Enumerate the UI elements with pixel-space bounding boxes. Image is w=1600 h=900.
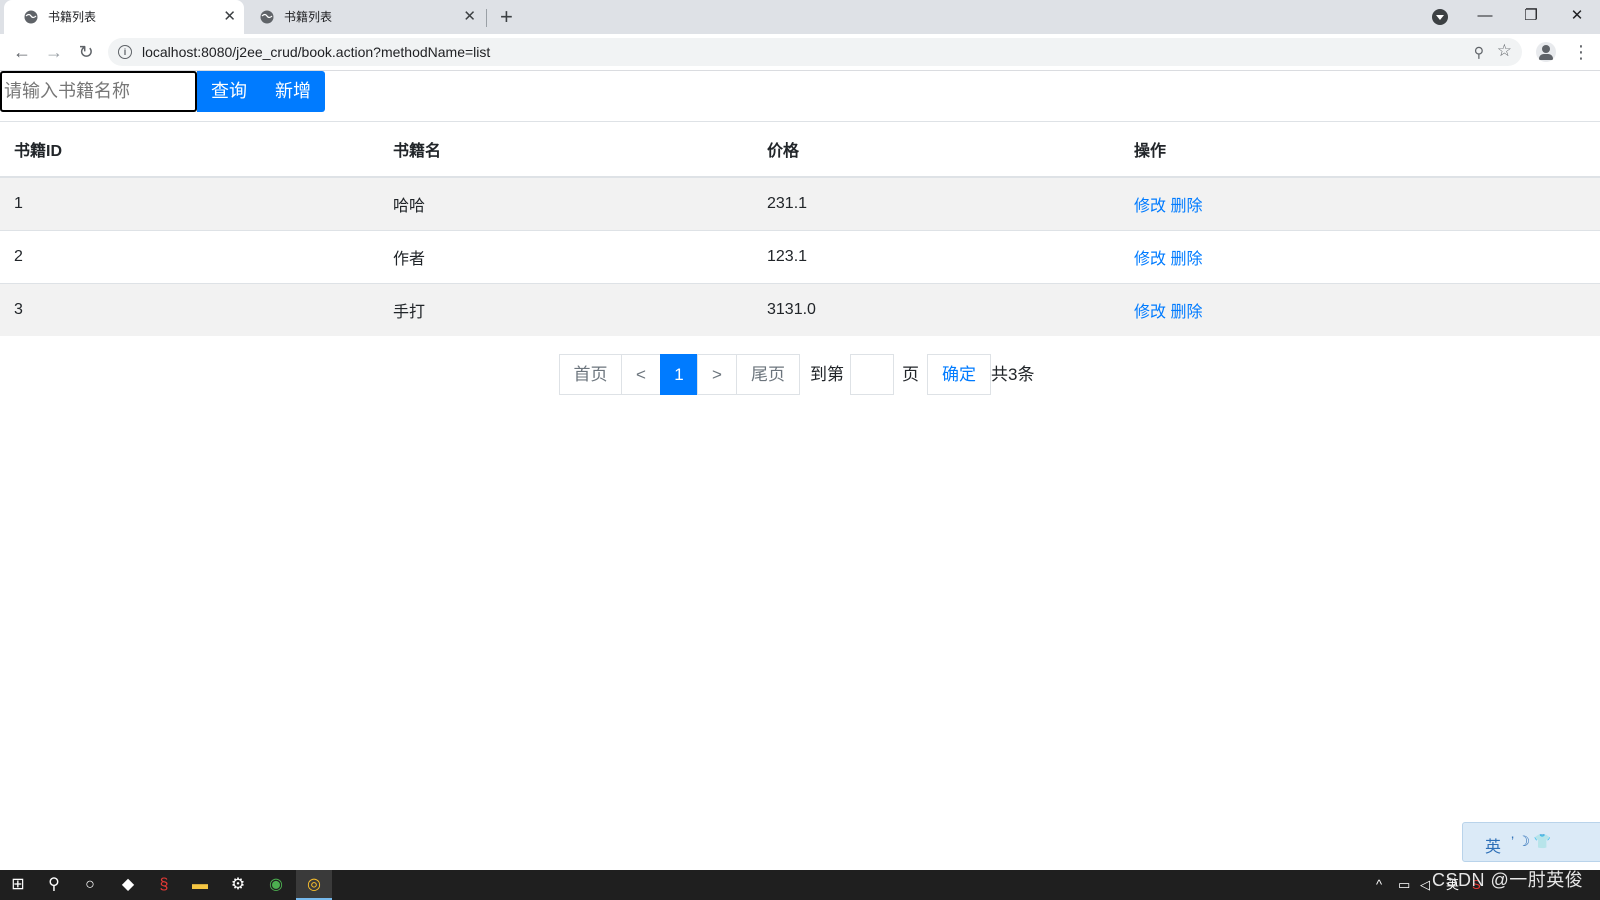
- tray-overflow-icon[interactable]: ^: [1376, 870, 1382, 900]
- book-price-cell: 3131.0: [753, 283, 1120, 336]
- first-page-button[interactable]: 首页: [559, 354, 622, 395]
- window-close-icon[interactable]: ✕: [1554, 0, 1600, 34]
- tab-search-icon[interactable]: [1432, 9, 1448, 25]
- book-price-cell: 231.1: [753, 176, 1120, 231]
- bookmark-star-icon[interactable]: ☆: [1497, 41, 1512, 61]
- column-header-price: 价格: [753, 121, 1120, 178]
- globe-icon: [260, 10, 274, 24]
- prev-page-button[interactable]: <: [621, 354, 661, 395]
- goto-prefix-label: 到第: [810, 365, 844, 384]
- forward-icon[interactable]: →: [42, 40, 66, 64]
- browser-menu-icon[interactable]: ⋮: [1572, 40, 1590, 64]
- file-explorer-icon[interactable]: ▬: [182, 870, 218, 900]
- volume-icon[interactable]: ◁: [1420, 870, 1430, 900]
- last-page-button[interactable]: 尾页: [736, 354, 800, 395]
- browser-tab-2[interactable]: 书籍列表 ✕: [244, 0, 484, 34]
- delete-link[interactable]: 删除: [1170, 251, 1202, 268]
- browser-toolbar: ← → ↻ i localhost:8080/j2ee_crud/book.ac…: [0, 34, 1600, 71]
- book-name-cell: 手打: [379, 283, 753, 336]
- book-id-cell: 3: [0, 283, 379, 336]
- column-header-name: 书籍名: [379, 121, 753, 178]
- add-button[interactable]: 新增: [261, 71, 325, 112]
- site-info-icon[interactable]: i: [118, 45, 132, 59]
- ime-toolbar[interactable]: 英 ’ ☽ 👕: [1462, 822, 1600, 862]
- table-row: 1 哈哈 231.1 修改 删除: [0, 176, 1600, 231]
- delete-link[interactable]: 删除: [1170, 304, 1202, 321]
- windows-taskbar: ⊞ ⚲ ○ ◆ § ▬ ⚙ ◉ ◎ ^ ▭ ◁ 英 S: [0, 870, 1600, 900]
- app-icon[interactable]: ◆: [110, 870, 146, 900]
- app-icon[interactable]: ◉: [258, 870, 294, 900]
- confirm-goto-button[interactable]: 确定: [927, 354, 991, 395]
- book-name-cell: 哈哈: [379, 176, 753, 231]
- ime-language-indicator[interactable]: 英: [1485, 833, 1501, 857]
- query-button[interactable]: 查询: [197, 71, 261, 112]
- profile-avatar-icon[interactable]: [1536, 42, 1556, 62]
- table-header-row: 书籍ID 书籍名 价格 操作: [0, 121, 1600, 178]
- chrome-icon[interactable]: ◎: [296, 870, 332, 900]
- actions-cell: 修改 删除: [1120, 283, 1600, 336]
- minimize-icon[interactable]: —: [1462, 0, 1508, 34]
- tab-title: 书籍列表: [284, 10, 333, 24]
- restore-icon[interactable]: ❐: [1508, 0, 1554, 34]
- edit-link[interactable]: 修改: [1134, 304, 1166, 321]
- browser-tab-1[interactable]: 书籍列表 ✕: [4, 0, 244, 34]
- close-tab-icon[interactable]: ✕: [223, 9, 236, 25]
- zoom-icon[interactable]: ⚲: [1474, 44, 1484, 61]
- pagination: 首页 < 1 > 尾页 到第 页 确定 共3条: [559, 354, 1034, 395]
- address-bar[interactable]: i localhost:8080/j2ee_crud/book.action?m…: [108, 38, 1522, 66]
- back-icon[interactable]: ←: [10, 40, 34, 64]
- column-header-actions: 操作: [1120, 121, 1600, 178]
- book-price-cell: 123.1: [753, 230, 1120, 284]
- total-count: 共3条: [991, 365, 1035, 384]
- task-view-icon[interactable]: ○: [72, 870, 108, 900]
- table-row: 3 手打 3131.0 修改 删除: [0, 283, 1600, 336]
- book-id-cell: 2: [0, 230, 379, 284]
- book-table: 书籍ID 书籍名 价格 操作 1 哈哈 231.1 修改 删除 2 作者 123…: [0, 121, 1600, 336]
- app-icon[interactable]: §: [146, 870, 182, 900]
- ime-mode-icons[interactable]: ’ ☽ 👕: [1511, 833, 1551, 850]
- book-id-cell: 1: [0, 176, 379, 231]
- goto-page-input[interactable]: [850, 354, 894, 395]
- reload-icon[interactable]: ↻: [74, 40, 98, 64]
- actions-cell: 修改 删除: [1120, 176, 1600, 231]
- column-header-id: 书籍ID: [0, 121, 379, 178]
- delete-link[interactable]: 删除: [1170, 198, 1202, 215]
- next-page-button[interactable]: >: [697, 354, 737, 395]
- book-name-cell: 作者: [379, 230, 753, 284]
- actions-cell: 修改 删除: [1120, 230, 1600, 284]
- settings-app-icon[interactable]: ⚙: [220, 870, 256, 900]
- tab-title: 书籍列表: [48, 10, 97, 24]
- windows-start-icon[interactable]: ⊞: [0, 870, 36, 900]
- book-name-search-input[interactable]: [0, 71, 197, 112]
- csdn-watermark: CSDN @一肘英俊: [1432, 870, 1584, 890]
- globe-icon: [24, 10, 38, 24]
- search-icon[interactable]: ⚲: [36, 870, 72, 900]
- url-text[interactable]: localhost:8080/j2ee_crud/book.action?met…: [142, 38, 490, 66]
- tab-divider: [486, 9, 487, 27]
- browser-tab-strip: 书籍列表 ✕ 书籍列表 ✕ + — ❐ ✕: [0, 0, 1600, 34]
- network-icon[interactable]: ▭: [1398, 870, 1410, 900]
- table-row: 2 作者 123.1 修改 删除: [0, 230, 1600, 284]
- new-tab-icon[interactable]: +: [500, 4, 513, 30]
- goto-suffix-label: 页: [902, 365, 919, 384]
- current-page-button[interactable]: 1: [660, 354, 698, 395]
- close-tab-icon[interactable]: ✕: [463, 9, 476, 25]
- edit-link[interactable]: 修改: [1134, 251, 1166, 268]
- edit-link[interactable]: 修改: [1134, 198, 1166, 215]
